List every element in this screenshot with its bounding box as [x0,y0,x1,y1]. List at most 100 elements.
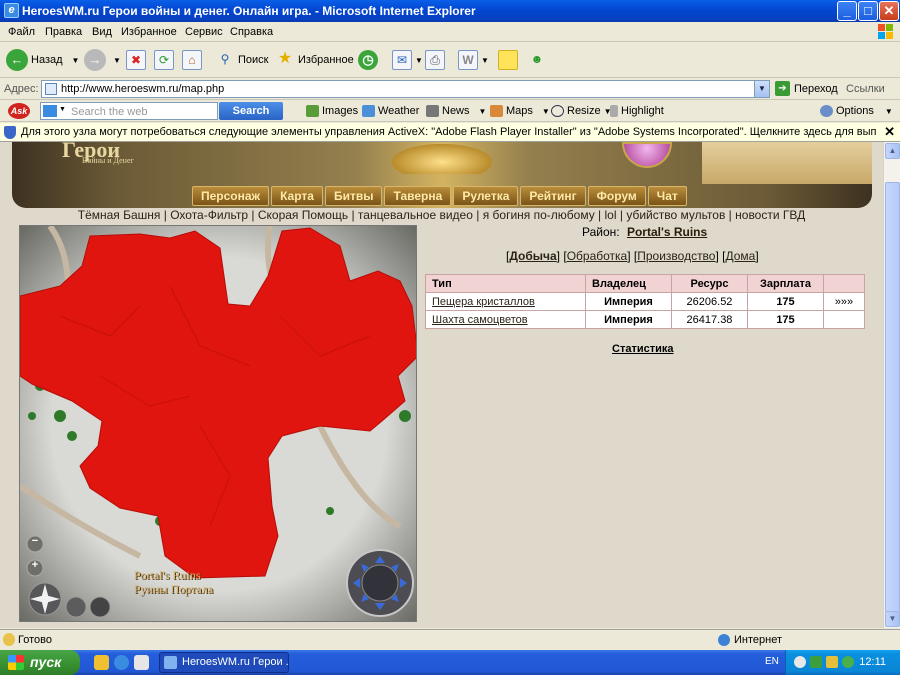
map-zoom-out-button[interactable]: − [29,535,41,549]
nav-battles[interactable]: Битвы [324,186,383,206]
print-button[interactable]: ⎙ [425,48,445,72]
tab-mining[interactable]: Добыча [509,249,556,263]
game-map[interactable]: − + Portal's Ruins Руины Портала [19,225,417,622]
mail-dropdown-icon[interactable]: ▼ [415,56,423,65]
activex-infobar[interactable]: Для этого узла могут потребоваться следу… [0,123,900,142]
back-arrow-icon: ← [6,49,28,71]
nav-forum[interactable]: Форум [587,186,646,206]
ask-options-button[interactable]: Options ▼ [820,105,893,117]
forward-button[interactable]: → ▼ [84,48,121,72]
region-name-link[interactable]: Portal's Ruins [627,225,707,239]
nav-rating[interactable]: Рейтинг [520,186,586,206]
refresh-button[interactable]: ⟳ [154,48,174,72]
minimize-button[interactable]: _ [837,1,857,21]
menu-tools[interactable]: Сервис [185,26,223,38]
maps-dropdown-icon[interactable]: ▼ [542,107,550,116]
quicklaunch-msn-icon[interactable] [94,655,109,670]
nav-tavern[interactable]: Таверна [384,186,452,206]
start-button[interactable]: пуск [0,650,80,675]
printer-icon: ⎙ [425,50,445,70]
forward-dropdown-icon[interactable]: ▼ [113,56,121,65]
link-hunt-filter[interactable]: Охота-Фильтр [170,208,248,222]
go-button[interactable]: ➔ Переход [775,81,838,96]
messenger-button[interactable]: ☻ [527,48,547,72]
link-first-aid[interactable]: Скорая Помощь [258,208,348,222]
ask-engine-dropdown-icon[interactable]: ▼ [59,106,66,113]
edit-button[interactable]: W ▼ [458,48,489,72]
menu-favorites[interactable]: Избранное [121,26,177,38]
ask-search-input[interactable]: ▼ Search the web [40,102,218,120]
region-info: Район: Portal's Ruins [582,225,707,239]
back-button[interactable]: ← Назад ▼ [6,48,79,72]
map-zoom-in-button[interactable]: + [29,559,41,573]
ask-resize-button[interactable]: Resize ▼ [551,105,612,117]
stop-button[interactable]: ✖ [126,48,146,72]
menu-help[interactable]: Справка [230,26,273,38]
page-content: Герои Войны и Денег Персонаж Карта Битвы… [0,142,883,628]
menu-edit[interactable]: Правка [45,26,82,38]
nav-roulette[interactable]: Рулетка [453,186,519,206]
taskbar-ie-window[interactable]: HeroesWM.ru Герои ... [159,652,289,673]
word-icon: W [458,50,478,70]
ask-maps-button[interactable]: Maps ▼ [490,105,550,117]
details-link[interactable]: »»» [823,292,865,311]
menu-file[interactable]: Файл [8,26,35,38]
details-link[interactable] [823,310,865,329]
quicklaunch-ie-icon[interactable] [114,655,129,670]
owner-cell: Империя [585,310,672,329]
link-gvd-news[interactable]: новости ГВД [735,208,805,222]
notes-button[interactable] [498,48,518,72]
news-dropdown-icon[interactable]: ▼ [479,107,487,116]
ask-highlight-button[interactable]: Highlight [610,105,664,117]
tray-app-icon[interactable] [842,656,854,668]
ask-logo[interactable]: Ask [8,103,30,119]
edit-dropdown-icon[interactable]: ▼ [481,56,489,65]
nav-character[interactable]: Персонаж [192,186,270,206]
ask-search-button[interactable]: Search [219,102,283,120]
quicklaunch-desktop-icon[interactable] [134,655,149,670]
ask-search-engine-icon[interactable] [43,105,57,117]
link-goddess[interactable]: я богиня по-любому [483,208,595,222]
ask-weather-button[interactable]: Weather [362,105,419,117]
links-button[interactable]: Ссылки [846,83,885,95]
facility-link[interactable]: Пещера кристаллов [432,296,535,308]
link-lol[interactable]: lol [605,208,617,222]
history-button[interactable]: ◷ [358,48,378,72]
link-multi-kill[interactable]: убийство мультов [626,208,725,222]
infobar-close-icon[interactable]: ✕ [884,124,895,140]
language-indicator[interactable]: EN [765,656,779,667]
close-button[interactable]: ✕ [879,1,899,21]
tray-chevron-icon[interactable] [794,656,806,668]
tab-production[interactable]: Производство [637,249,715,263]
tab-processing[interactable]: Обработка [567,249,628,263]
search-button[interactable]: ⚲ Поиск [215,48,269,72]
clock[interactable]: 12:11 [859,656,886,668]
favorites-button[interactable]: ★ Избранное [275,48,354,72]
link-dance-video[interactable]: танцевальное видео [358,208,473,222]
ask-news-button[interactable]: News ▼ [426,105,486,117]
back-dropdown-icon[interactable]: ▼ [72,56,80,65]
vertical-scrollbar[interactable]: ▲ ▼ [883,142,900,628]
maximize-button[interactable]: □ [858,1,878,21]
tray-network-icon[interactable] [810,656,822,668]
ie-icon: e [4,3,19,18]
nav-chat[interactable]: Чат [647,186,687,206]
facility-link[interactable]: Шахта самоцветов [432,314,528,326]
address-dropdown-icon[interactable]: ▼ [754,81,769,97]
salary-cell: 175 [747,310,824,329]
scroll-thumb[interactable] [885,182,900,612]
home-button[interactable]: ⌂ [182,48,202,72]
tab-houses[interactable]: Дома [726,249,756,263]
site-logo-sub: Войны и Денег [82,156,134,165]
scroll-up-icon[interactable]: ▲ [885,143,900,159]
ask-images-button[interactable]: Images [306,105,358,117]
nav-map[interactable]: Карта [271,186,323,206]
options-dropdown-icon[interactable]: ▼ [885,107,893,116]
statistics-link[interactable]: Статистика [612,343,674,355]
scroll-down-icon[interactable]: ▼ [885,611,900,627]
menu-view[interactable]: Вид [92,26,112,38]
address-input[interactable]: http://www.heroeswm.ru/map.php ▼ [41,80,770,98]
tray-messenger-icon[interactable] [826,656,838,668]
mail-button[interactable]: ✉ ▼ [392,48,423,72]
link-dark-tower[interactable]: Тёмная Башня [78,208,161,222]
